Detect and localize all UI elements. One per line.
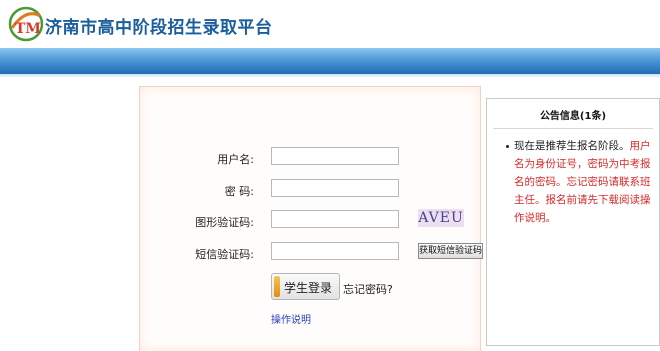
password-label: 密 码: bbox=[224, 185, 254, 198]
notice-title: 公告信息(1条) bbox=[539, 111, 607, 122]
login-button-label: 学生登录 bbox=[284, 281, 333, 295]
login-button-accent bbox=[274, 276, 280, 297]
sms-code-input[interactable] bbox=[271, 242, 399, 260]
password-input[interactable] bbox=[271, 179, 399, 197]
sms-code-label: 短信验证码: bbox=[195, 248, 254, 261]
help-link[interactable]: 操作说明 bbox=[271, 311, 311, 326]
notice-panel: 公告信息(1条) 现在是推荐生报名阶段。用户名为身份证号，密码为中考报名的密码。… bbox=[486, 98, 660, 346]
captcha-image[interactable]: AVEU bbox=[418, 209, 464, 227]
login-panel: 用户名: 密 码: 图形验证码: AVEU 短信验证码: 获取短信验证码 学生登… bbox=[139, 86, 483, 351]
notice-item-text: 现在是推荐生报名阶段。 bbox=[514, 140, 630, 152]
forgot-password-link[interactable]: 忘记密码? bbox=[343, 281, 393, 297]
bullet-icon bbox=[506, 145, 509, 148]
username-input[interactable] bbox=[271, 147, 399, 165]
notice-item: 现在是推荐生报名阶段。用户名为身份证号，密码为中考报名的密码。忘记密码请联系班主… bbox=[514, 137, 658, 227]
notice-item-highlight: 用户名为身份证号，密码为中考报名的密码。忘记密码请联系班主任。报名前请先下载阅读… bbox=[514, 140, 651, 224]
header-band bbox=[0, 48, 660, 74]
captcha-input[interactable] bbox=[271, 210, 399, 228]
username-label: 用户名: bbox=[217, 153, 254, 166]
svg-text:TM: TM bbox=[15, 21, 41, 37]
page-header: TM 济南市高中阶段招生录取平台 bbox=[0, 0, 660, 48]
captcha-label: 图形验证码: bbox=[195, 216, 254, 229]
page-title: 济南市高中阶段招生录取平台 bbox=[45, 18, 273, 38]
student-login-button[interactable]: 学生登录 bbox=[271, 273, 340, 300]
notice-divider bbox=[493, 128, 653, 129]
header-band-shadow bbox=[0, 74, 660, 78]
get-sms-code-button[interactable]: 获取短信验证码 bbox=[418, 243, 483, 259]
logo-icon: TM bbox=[8, 6, 44, 42]
